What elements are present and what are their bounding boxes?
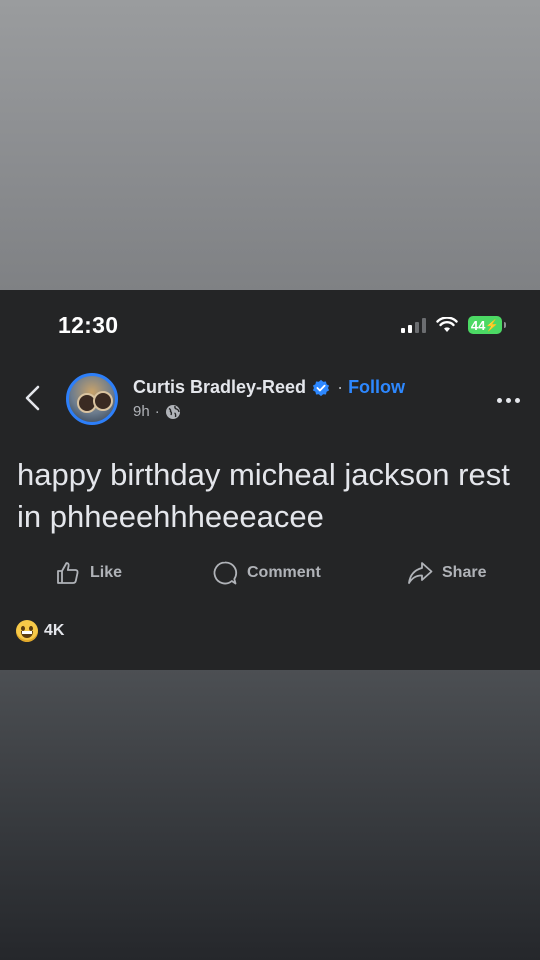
post-time[interactable]: 9h [133,403,150,420]
haha-reaction-icon [16,620,38,642]
more-options-icon[interactable] [497,398,520,403]
like-label: Like [90,564,123,581]
follow-button[interactable]: Follow [348,377,405,398]
post-actions: Like Comment Share [0,560,540,594]
reactions-summary[interactable]: 4K [16,620,64,642]
like-button[interactable]: Like [55,560,122,586]
comment-icon [213,561,238,585]
share-button[interactable]: Share [407,560,486,586]
avatar[interactable] [66,373,118,425]
author-name[interactable]: Curtis Bradley-Reed [133,377,306,398]
back-icon[interactable] [20,383,46,413]
signal-icon [401,317,426,333]
screenshot-top-background [0,0,540,290]
comment-button[interactable]: Comment [212,560,321,586]
author-line: Curtis Bradley-Reed · Follow [133,377,405,398]
share-label: Share [442,564,487,581]
post-meta: 9h · [133,403,181,420]
battery-level: 44 [470,317,486,333]
post-text: happy birthday micheal jackson rest in p… [17,457,510,534]
globe-icon [165,404,180,419]
status-icons: 44 ⚡ [401,316,506,334]
facebook-post-screen: 12:30 44 ⚡ Curtis Bradley-Reed · Follow 9… [0,290,540,670]
reaction-count: 4K [44,622,65,639]
separator-dot: · [154,403,160,420]
screenshot-bottom-background [0,670,540,960]
share-icon [408,562,433,584]
separator-dot: · [337,377,344,397]
verified-badge-icon [312,379,330,396]
like-icon [57,562,79,584]
wifi-icon [436,317,458,332]
battery-icon: 44 ⚡ [468,316,506,334]
comment-label: Comment [247,564,321,581]
status-time: 12:30 [58,312,119,338]
